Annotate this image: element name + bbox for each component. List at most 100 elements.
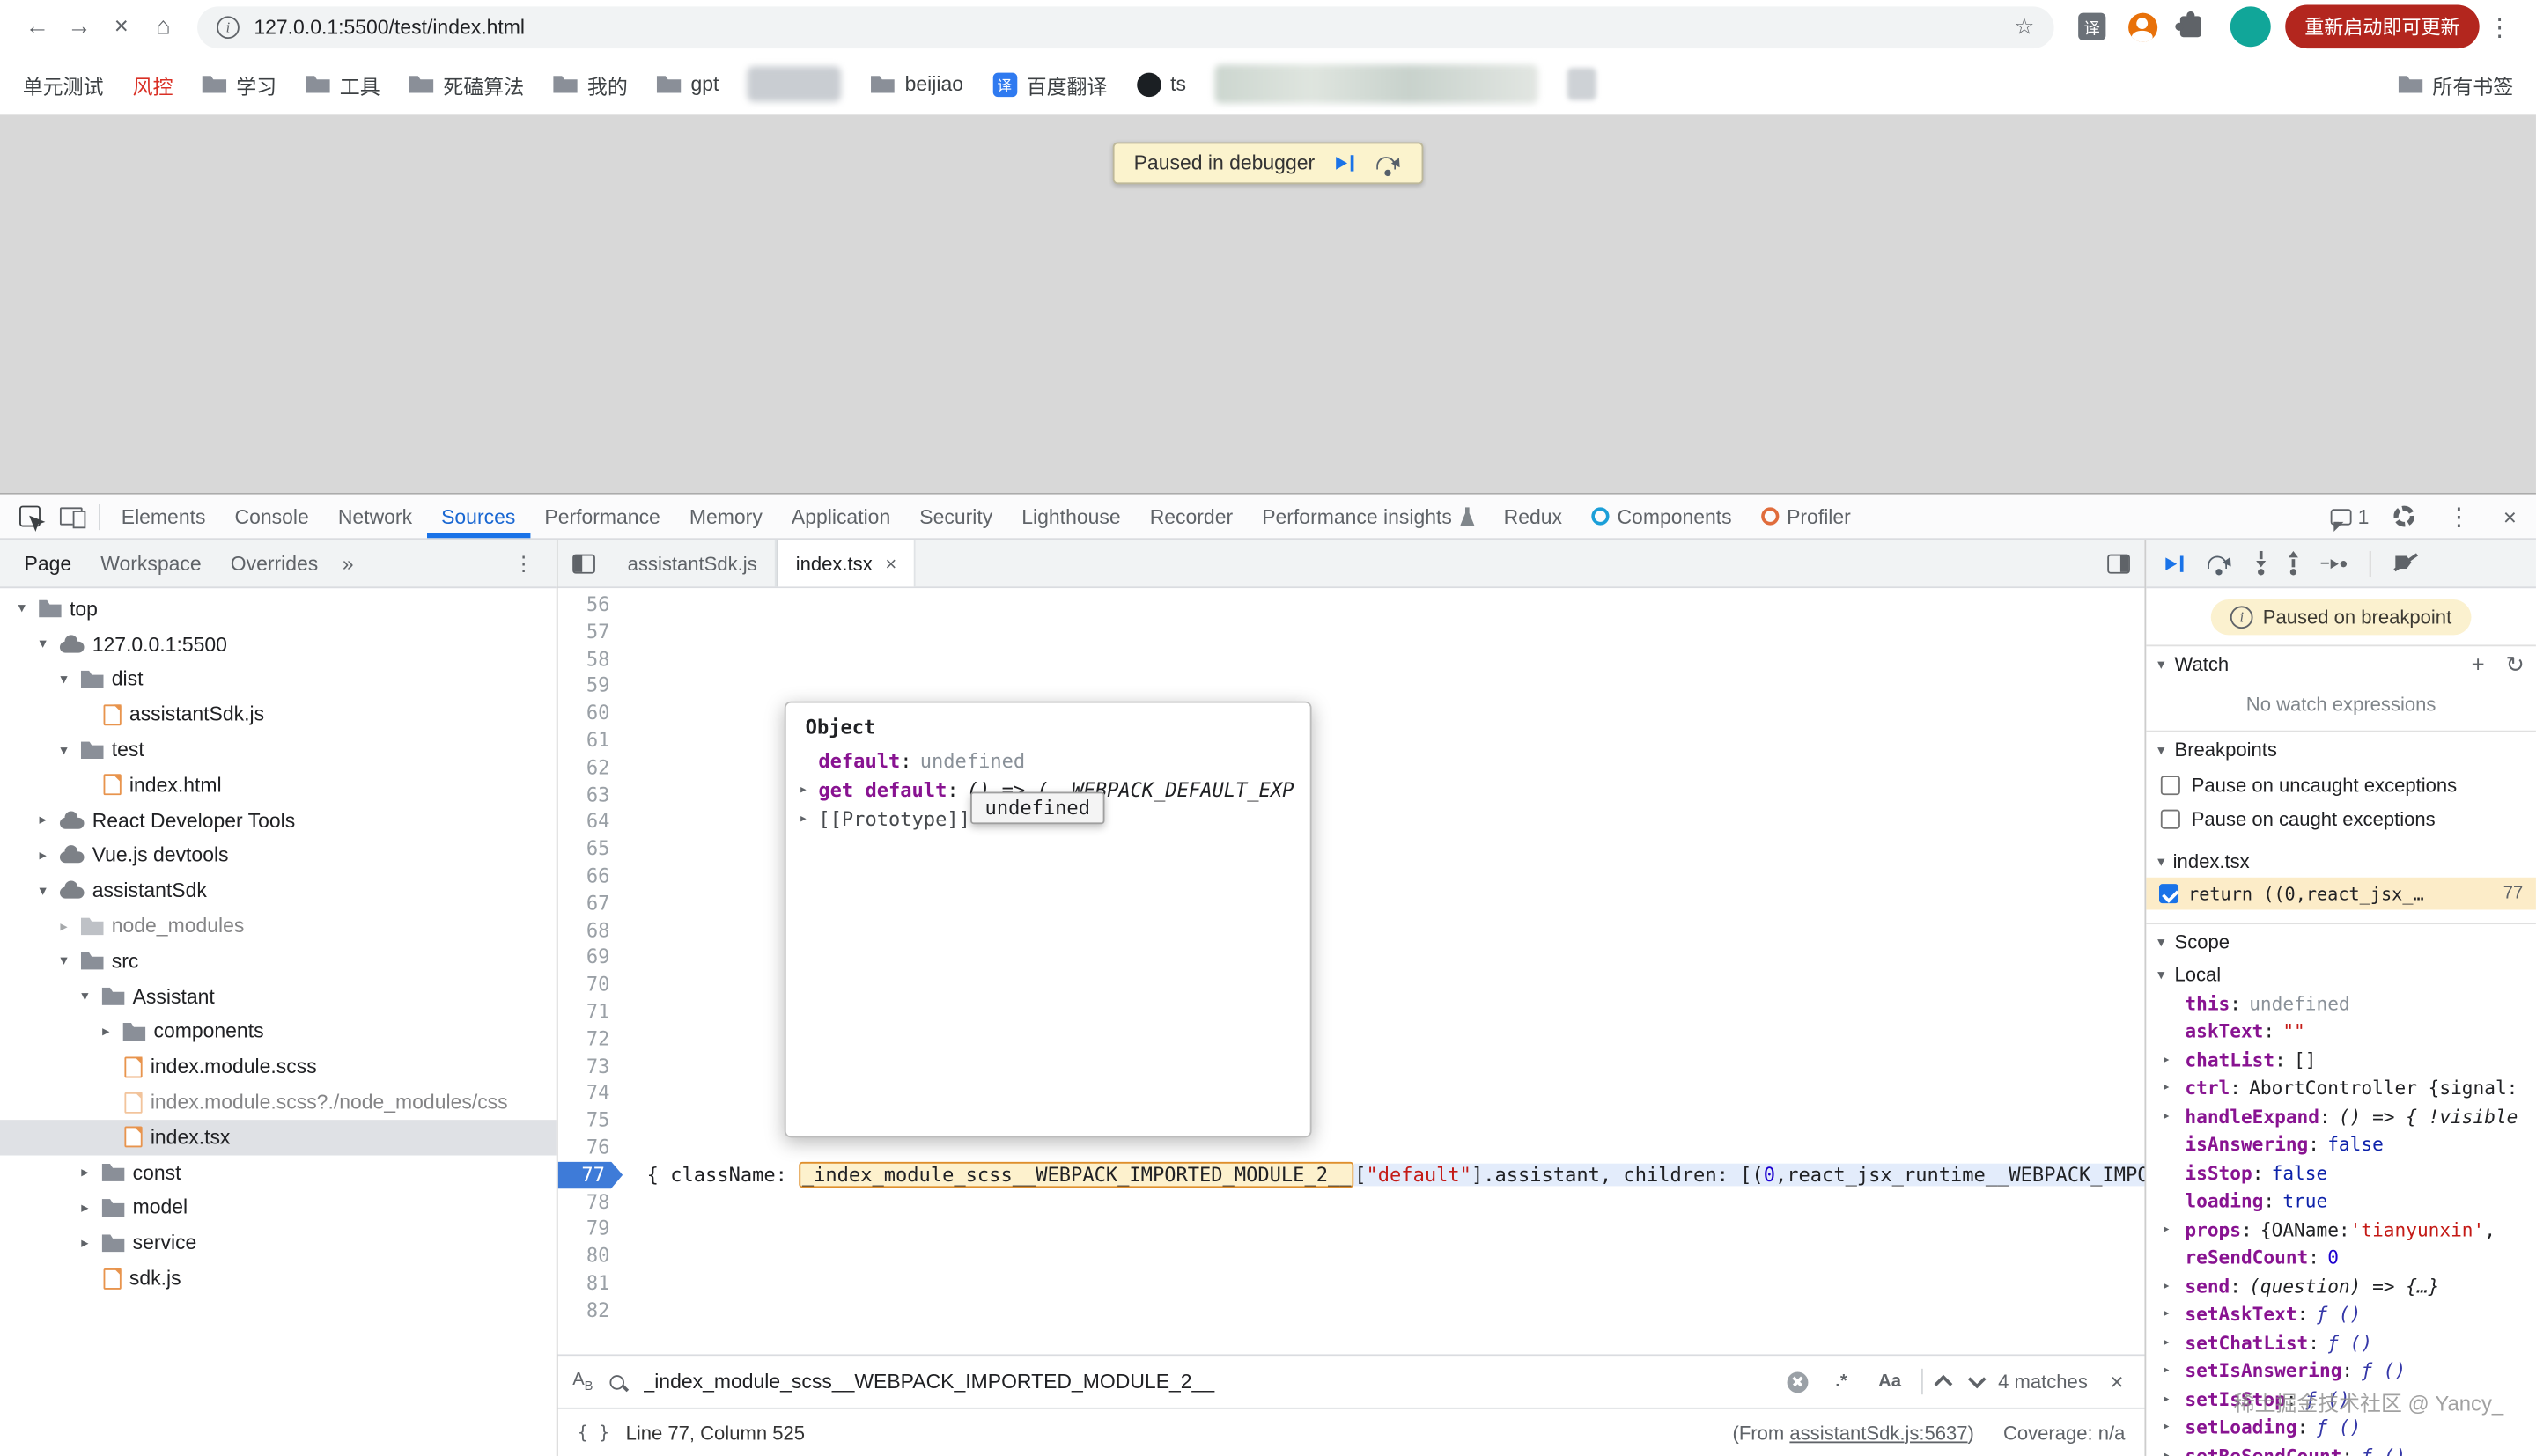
pause-uncaught-row[interactable]: Pause on uncaught exceptions (2146, 768, 2536, 802)
collapse-arrow-icon[interactable]: ▾ (2157, 655, 2164, 673)
collapse-arrow-icon[interactable]: ▾ (2157, 741, 2164, 759)
checkbox[interactable] (2161, 809, 2180, 828)
line-number[interactable]: 60 (558, 700, 623, 727)
bookmark-item[interactable]: 译百度翻译 (992, 69, 1107, 99)
inspect-element-icon[interactable] (19, 506, 41, 527)
line-number[interactable]: 69 (558, 945, 623, 972)
home-button[interactable]: ⌂ (143, 5, 185, 48)
scope-variable[interactable]: isStop:false (2146, 1158, 2536, 1187)
tree-item[interactable]: ▾dist (0, 662, 557, 697)
tab-overrides[interactable]: Overrides (216, 552, 333, 575)
bookmark-folder[interactable]: beijiao (871, 73, 963, 96)
file-tab-indextsx[interactable]: index.tsx× (777, 540, 917, 586)
tab-network[interactable]: Network (323, 495, 426, 539)
line-number[interactable]: 74 (558, 1080, 623, 1107)
resume-script-icon[interactable] (1336, 155, 1353, 171)
expand-arrow-icon[interactable]: ▾ (34, 882, 52, 900)
close-find-bar-icon[interactable]: × (2104, 1369, 2130, 1394)
tree-item[interactable]: sdk.js (0, 1261, 557, 1296)
tab-performance-insights[interactable]: Performance insights (1248, 495, 1489, 539)
bookmark-folder[interactable]: 学习 (203, 69, 277, 99)
bookmark-item[interactable]: 风控 (133, 69, 173, 99)
line-number[interactable]: 78 (558, 1188, 623, 1216)
tree-item[interactable]: ▾Assistant (0, 979, 557, 1014)
expand-arrow-icon[interactable]: ▸ (2163, 1363, 2171, 1379)
tree-item[interactable]: index.html (0, 768, 557, 803)
collapse-arrow-icon[interactable]: ▾ (2157, 852, 2164, 870)
line-number[interactable]: 65 (558, 835, 623, 863)
line-number[interactable]: 63 (558, 782, 623, 809)
forward-button[interactable]: → (58, 5, 100, 48)
line-number[interactable]: 64 (558, 809, 623, 836)
line-number[interactable]: 59 (558, 673, 623, 700)
tree-item[interactable]: ▸node_modules (0, 908, 557, 944)
tab-redux[interactable]: Redux (1489, 495, 1576, 539)
collapse-arrow-icon[interactable]: ▾ (2157, 966, 2164, 983)
line-number[interactable]: 75 (558, 1107, 623, 1135)
line-number[interactable]: 72 (558, 1026, 623, 1053)
code-editor[interactable]: 5657585960616263646566676869707172737475… (558, 588, 2145, 1354)
translate-extension-icon[interactable]: 译 (2078, 13, 2105, 40)
bookmark-item[interactable]: 单元测试 (23, 69, 104, 99)
tree-item[interactable]: ▾test (0, 732, 557, 768)
toggle-debugger-sidebar-icon[interactable] (2107, 554, 2130, 573)
line-number[interactable]: 81 (558, 1270, 623, 1298)
expand-arrow-icon[interactable]: ▸ (97, 1023, 114, 1041)
update-chrome-button[interactable]: 重新启动即可更新 (2285, 5, 2479, 49)
site-info-icon[interactable]: i (217, 15, 240, 38)
toggle-navigator-icon[interactable] (572, 554, 595, 573)
expand-arrow-icon[interactable]: ▸ (2163, 1391, 2171, 1407)
step-icon[interactable] (2321, 558, 2347, 568)
tree-item[interactable]: index.module.scss (0, 1049, 557, 1085)
line-number[interactable]: 56 (558, 592, 623, 619)
tab-console[interactable]: Console (220, 495, 323, 539)
tab-application[interactable]: Application (777, 495, 904, 539)
scope-local-group[interactable]: ▾Local (2146, 960, 2536, 989)
tree-item[interactable]: index.module.scss?./node_modules/css (0, 1085, 557, 1120)
collapse-arrow-icon[interactable]: ▾ (2157, 933, 2164, 951)
breakpoints-header[interactable]: ▾ Breakpoints (2146, 732, 2536, 768)
line-number[interactable]: 61 (558, 727, 623, 754)
tree-item[interactable]: ▸model (0, 1190, 557, 1225)
pause-caught-row[interactable]: Pause on caught exceptions (2146, 802, 2536, 836)
expand-arrow-icon[interactable]: ▸ (2163, 1419, 2171, 1435)
expand-arrow-icon[interactable]: ▸ (2163, 1080, 2171, 1096)
expand-arrow-icon[interactable]: ▾ (55, 952, 72, 970)
expand-arrow-icon[interactable]: ▸ (2163, 1108, 2171, 1124)
tab-components[interactable]: Components (1577, 495, 1747, 539)
tree-item[interactable]: ▸components (0, 1014, 557, 1049)
devtools-menu-icon[interactable]: ⋮ (2438, 502, 2479, 531)
watch-header[interactable]: ▾ Watch +↻ (2146, 646, 2536, 681)
expand-arrow-icon[interactable]: ▸ (799, 777, 818, 803)
device-toolbar-icon[interactable] (60, 507, 83, 525)
tree-item[interactable]: ▸React Developer Tools (0, 803, 557, 838)
scope-variable[interactable]: ▸send:(question) => {…} (2146, 1272, 2536, 1300)
scope-variable[interactable]: ▸setLoading:ƒ () (2146, 1413, 2536, 1441)
expand-arrow-icon[interactable]: ▾ (55, 741, 72, 759)
profile-avatar[interactable] (2230, 6, 2271, 47)
tree-item[interactable]: assistantSdk.js (0, 697, 557, 732)
navigator-menu-icon[interactable]: ⋮ (500, 551, 546, 576)
settings-gear-icon[interactable] (2393, 506, 2414, 527)
tree-item[interactable]: ▾assistantSdk (0, 873, 557, 908)
stop-button[interactable]: × (100, 5, 143, 48)
tab-recorder[interactable]: Recorder (1135, 495, 1248, 539)
tree-item[interactable]: ▸service (0, 1225, 557, 1261)
file-tab-assistantsdk[interactable]: assistantSdk.js (609, 540, 776, 586)
tab-lighthouse[interactable]: Lighthouse (1007, 495, 1135, 539)
tree-item[interactable]: ▸const (0, 1155, 557, 1190)
deactivate-breakpoints-icon[interactable] (2393, 553, 2419, 574)
browser-menu-icon[interactable]: ⋮ (2480, 12, 2520, 41)
tab-elements[interactable]: Elements (107, 495, 220, 539)
expand-arrow-icon[interactable]: ▸ (76, 1199, 93, 1217)
expand-arrow-icon[interactable]: ▾ (76, 988, 93, 1005)
line-number[interactable]: 66 (558, 863, 623, 890)
scope-variable[interactable]: ▸ctrl:AbortController {signal: (2146, 1074, 2536, 1102)
line-number[interactable]: 79 (558, 1216, 623, 1243)
line-number[interactable]: 70 (558, 972, 623, 999)
scope-variable[interactable]: this:undefined (2146, 989, 2536, 1017)
scope-variable[interactable]: ▸setIsAnswering:ƒ () (2146, 1357, 2536, 1385)
expand-arrow-icon[interactable]: ▸ (34, 847, 52, 864)
add-watch-icon[interactable]: + (2472, 651, 2485, 677)
line-number[interactable]: 58 (558, 646, 623, 673)
